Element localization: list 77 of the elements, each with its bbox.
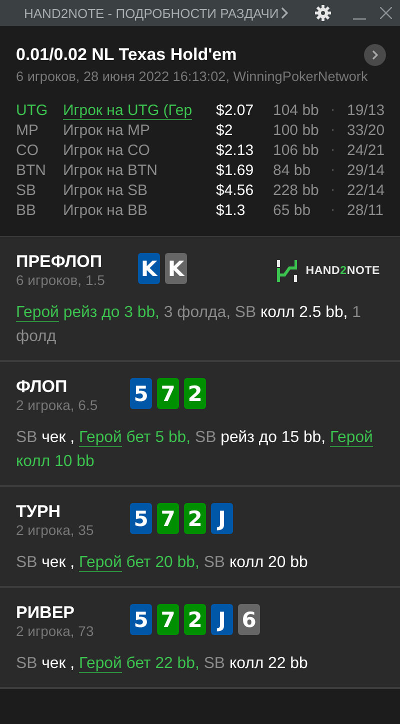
card: 5	[130, 604, 152, 635]
card: 6	[238, 604, 260, 635]
logo-text: HAND2NOTE	[306, 265, 380, 277]
card: 5	[130, 503, 152, 534]
street-title: РИВЕР	[16, 603, 76, 623]
stats-cell-text: 19/13	[347, 100, 385, 120]
separator-dot: ·	[331, 163, 336, 178]
card: K	[165, 253, 187, 284]
stack-cell-text: $2.13	[216, 140, 255, 160]
card: 2	[184, 378, 206, 409]
street-title: ФЛОП	[16, 377, 68, 397]
street-info: 2 игрока, 6.5	[16, 397, 99, 413]
stack-cell-text: $1.69	[216, 160, 255, 180]
action-text: SB чек , Герой бет 5 bb, SB рейз до 15 bb, Герой колл 10 bb	[16, 428, 374, 472]
card: 2	[184, 503, 206, 534]
hero-link[interactable]: Герой	[16, 304, 59, 322]
action-text: SB чек , Герой бет 22 bb, SB колл 22 bb	[16, 654, 309, 675]
close-icon[interactable]	[380, 7, 392, 19]
position-cell: MP	[16, 120, 63, 140]
separator-dot: ·	[331, 123, 336, 138]
hand-title: 0.01/0.02 NL Texas Hold'em	[16, 45, 237, 65]
street-title: ПРЕФЛОП	[16, 252, 104, 272]
bb-cell-text: 100 bb	[273, 120, 320, 140]
stack-cell-text: $2.07	[216, 100, 255, 120]
player-name: Игрок на BB	[63, 202, 148, 218]
card: J	[211, 503, 233, 534]
position-cell-text: CO	[16, 140, 40, 160]
logo-icon	[276, 260, 297, 282]
card: J	[211, 604, 233, 635]
street-info: 2 игрока, 35	[16, 522, 95, 538]
bb-cell-text: 228 bb	[273, 180, 320, 200]
player-name: Игрок на CO	[63, 142, 150, 158]
chevron-right-icon	[371, 50, 379, 60]
player-name: Игрок на BTN	[63, 162, 158, 178]
stats-cell-text: 28/11	[347, 200, 384, 220]
separator-dot: ·	[331, 103, 336, 118]
position-cell: UTG	[16, 100, 63, 120]
bb-cell-text: 65 bb	[273, 200, 312, 220]
action-text: Герой рейз до 3 bb, 3 фолда, SB колл 2.5 bb, 1 фолд	[16, 303, 362, 347]
bb-cell-text: 106 bb	[273, 140, 320, 160]
hero-link[interactable]: Герой	[330, 429, 373, 447]
player-name: Игрок на UTG (Гер	[63, 102, 192, 120]
chevron-right-icon[interactable]	[281, 7, 289, 19]
position-cell-text: BTN	[16, 160, 47, 180]
settings-icon[interactable]	[315, 5, 331, 21]
hero-link[interactable]: Герой	[78, 429, 122, 447]
hero-link[interactable]: Герой	[78, 655, 122, 673]
stack-cell-text: $2	[216, 120, 234, 140]
card: 7	[157, 503, 179, 534]
separator-dot: ·	[331, 183, 336, 198]
card: K	[138, 253, 160, 284]
player-name: Игрок на SB	[63, 182, 148, 198]
card: 5	[130, 378, 152, 409]
window-title: HAND2NOTE - ПОДРОБНОСТИ РАЗДАЧИ	[24, 6, 280, 20]
hand-info: 6 игроков, 28 июня 2022 16:13:02, WinningPokerNetwork	[16, 69, 369, 84]
bb-cell-text: 84 bb	[273, 160, 312, 180]
hero-link[interactable]: Герой	[78, 554, 122, 572]
next-button[interactable]	[364, 44, 386, 66]
stats-cell-text: 24/21	[347, 140, 385, 160]
position-cell-text: BB	[16, 200, 38, 220]
stack-cell-text: $1.3	[216, 200, 246, 220]
card: 7	[157, 378, 179, 409]
stats-cell-text: 22/14	[347, 180, 385, 200]
player-name: Игрок на MP	[63, 122, 150, 138]
separator-dot: ·	[331, 203, 336, 218]
position-cell-text: SB	[16, 180, 38, 200]
stack-cell-text: $4.56	[216, 180, 255, 200]
card: 7	[157, 604, 179, 635]
separator-dot: ·	[331, 143, 336, 158]
bb-cell-text: 104 bb	[273, 100, 320, 120]
stats-cell-text: 33/20	[347, 120, 385, 140]
street-info: 2 игрока, 73	[16, 623, 95, 639]
action-text: SB чек , Герой бет 20 bb, SB колл 20 bb	[16, 553, 309, 574]
card: 2	[184, 604, 206, 635]
street-title: ТУРН	[16, 502, 62, 522]
stats-cell-text: 29/14	[347, 160, 385, 180]
street-info: 6 игроков, 1.5	[16, 272, 106, 288]
